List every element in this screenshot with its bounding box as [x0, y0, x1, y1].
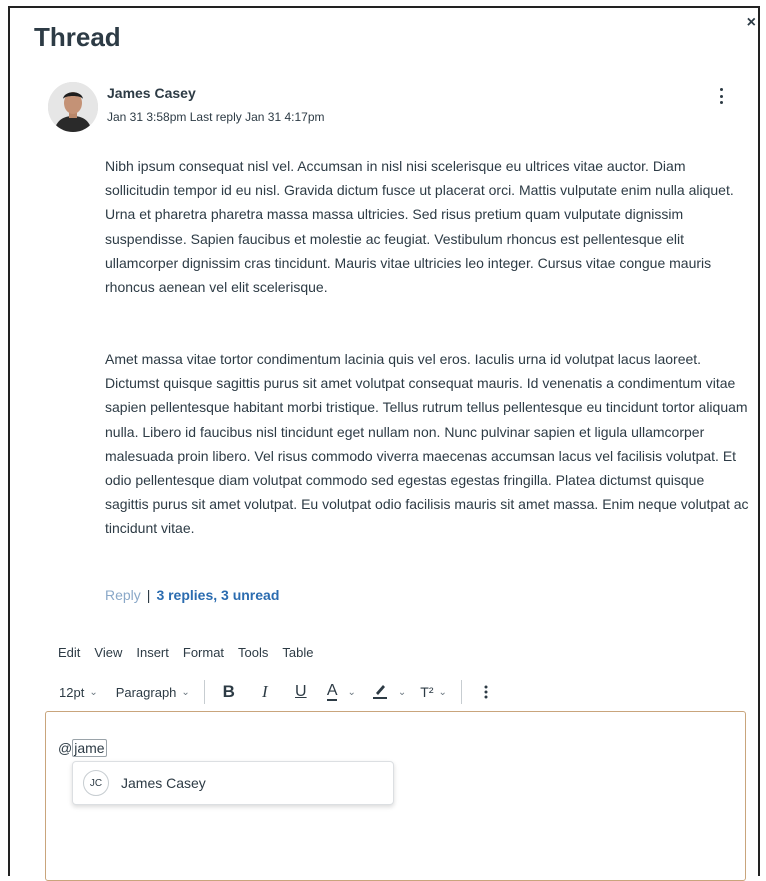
close-icon[interactable]: × — [747, 14, 756, 32]
avatar — [48, 82, 98, 132]
more-options-icon[interactable] — [716, 86, 726, 106]
mention-suggestion-name: James Casey — [121, 775, 206, 791]
menu-view[interactable]: View — [94, 645, 122, 660]
replies-count-link[interactable]: 3 replies, 3 unread — [156, 587, 279, 603]
block-format-value: Paragraph — [115, 684, 177, 700]
italic-button[interactable]: I — [255, 680, 275, 704]
editor-menubar: Edit View Insert Format Tools Table — [58, 645, 313, 660]
separator: | — [146, 587, 151, 603]
chevron-down-icon: ⌄ — [347, 686, 356, 698]
superscript-button[interactable]: T² ⌄ — [420, 684, 447, 700]
font-size-value: 12pt — [59, 684, 85, 700]
more-toolbar-icon[interactable] — [476, 680, 496, 704]
mention-suggestion-item[interactable]: JC James Casey — [72, 761, 394, 805]
toolbar-divider — [460, 680, 462, 704]
last-reply-timestamp: Last reply Jan 31 4:17pm — [189, 110, 325, 124]
underline-icon: U — [295, 683, 307, 700]
highlight-color-button[interactable]: ⌄ — [372, 682, 406, 703]
mention-query: jame — [72, 739, 107, 757]
superscript-icon: T² — [420, 684, 434, 700]
font-color-icon: A — [326, 682, 338, 701]
toolbar-divider — [203, 680, 205, 704]
post-paragraph: Nibh ipsum consequat nisl vel. Accumsan … — [105, 158, 734, 296]
font-color-button[interactable]: A ⌄ — [326, 682, 356, 701]
chevron-down-icon: ⌄ — [89, 686, 98, 698]
menu-tools[interactable]: Tools — [238, 645, 268, 660]
menu-table[interactable]: Table — [282, 645, 313, 660]
reply-link[interactable]: Reply — [105, 587, 141, 603]
block-format-select[interactable]: Paragraph ⌄ — [116, 685, 190, 700]
menu-format[interactable]: Format — [183, 645, 224, 660]
post-paragraph: Amet massa vitae tortor condimentum laci… — [105, 351, 749, 537]
avatar: JC — [83, 770, 109, 796]
chevron-down-icon: ⌄ — [397, 686, 407, 698]
bold-button[interactable]: B — [219, 680, 239, 704]
menu-edit[interactable]: Edit — [58, 645, 80, 660]
font-size-select[interactable]: 12pt ⌄ — [59, 685, 98, 700]
thread-title: Thread — [34, 22, 121, 52]
editor-toolbar: 12pt ⌄ Paragraph ⌄ B I U A ⌄ ⌄ T² ⌄ — [59, 678, 496, 706]
highlighter-icon — [372, 682, 388, 703]
author-name[interactable]: James Casey — [107, 85, 196, 101]
chevron-down-icon: ⌄ — [438, 686, 447, 698]
post-timestamp: Jan 31 3:58pm — [107, 110, 187, 124]
underline-button[interactable]: U — [291, 680, 311, 704]
post-actions: Reply | 3 replies, 3 unread — [105, 587, 279, 603]
thread-panel: Thread × James Casey Jan 31 3:58pm Last … — [8, 6, 760, 881]
menu-insert[interactable]: Insert — [136, 645, 169, 660]
reply-editor[interactable]: @ jame JC James Casey — [45, 711, 746, 881]
post-meta: Jan 31 3:58pm Last reply Jan 31 4:17pm — [107, 110, 324, 124]
italic-icon: I — [261, 682, 268, 701]
bold-icon: B — [222, 682, 235, 701]
mention-trigger: @ — [58, 740, 73, 756]
editor-content[interactable]: @ jame — [58, 739, 107, 757]
chevron-down-icon: ⌄ — [181, 686, 190, 698]
